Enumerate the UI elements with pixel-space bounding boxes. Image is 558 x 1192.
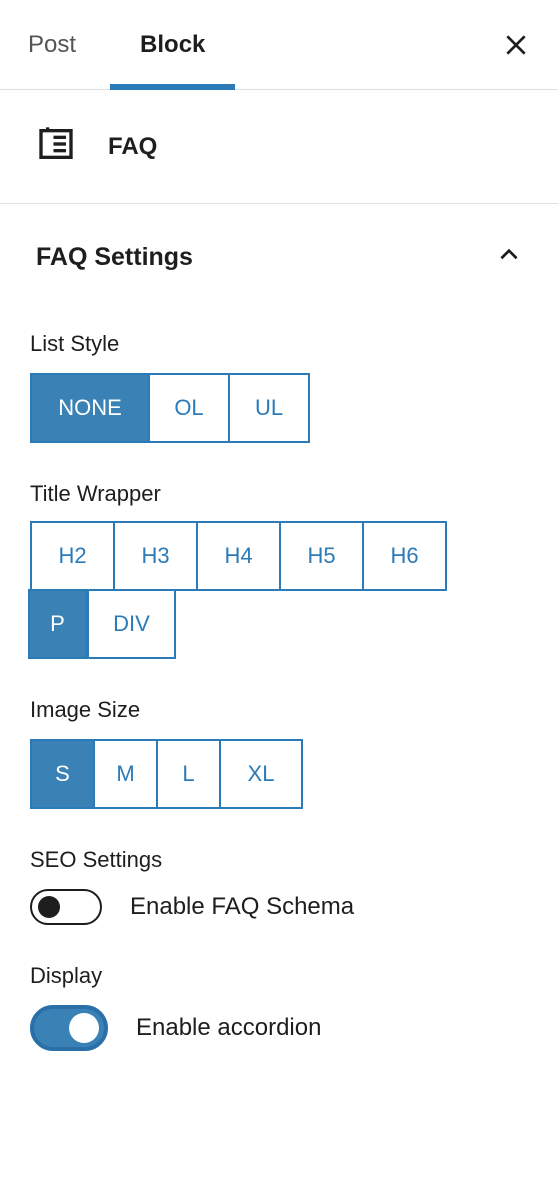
enable-faq-schema-label: Enable FAQ Schema — [130, 893, 354, 921]
title-wrapper-h6-button[interactable]: H6 — [362, 521, 447, 591]
title-wrapper-h5-button[interactable]: H5 — [279, 521, 364, 591]
image-size-field: Image Size S M L XL — [30, 697, 528, 809]
toggle-knob — [69, 1013, 99, 1043]
title-wrapper-h2-button[interactable]: H2 — [30, 521, 115, 591]
title-wrapper-field: Title Wrapper H2 H3 H4 H5 H6 P DIV — [30, 481, 528, 659]
title-wrapper-h4-button[interactable]: H4 — [196, 521, 281, 591]
tab-post[interactable]: Post — [28, 0, 76, 89]
display-field: Display Enable accordion — [30, 963, 528, 1051]
image-size-label: Image Size — [30, 697, 528, 723]
faq-block-icon — [36, 124, 76, 169]
display-label: Display — [30, 963, 528, 989]
list-style-field: List Style NONE OL UL — [30, 331, 528, 443]
title-wrapper-h3-button[interactable]: H3 — [113, 521, 198, 591]
faq-settings-toggle[interactable]: FAQ Settings — [0, 204, 558, 297]
image-size-s-button[interactable]: S — [30, 739, 95, 809]
block-name-label: FAQ — [108, 133, 157, 161]
title-wrapper-group: H2 H3 H4 H5 H6 P DIV — [30, 523, 498, 659]
close-panel-button[interactable] — [502, 31, 530, 59]
title-wrapper-label: Title Wrapper — [30, 481, 528, 507]
close-icon — [503, 32, 529, 58]
image-size-group: S M L XL — [30, 739, 528, 809]
enable-faq-schema-toggle[interactable] — [30, 889, 102, 925]
image-size-l-button[interactable]: L — [156, 739, 221, 809]
title-wrapper-div-button[interactable]: DIV — [87, 589, 176, 659]
list-style-ol-button[interactable]: OL — [148, 373, 230, 443]
block-identity-row: FAQ — [0, 90, 558, 204]
list-style-label: List Style — [30, 331, 528, 357]
toggle-knob — [38, 896, 60, 918]
enable-accordion-label: Enable accordion — [136, 1014, 321, 1042]
seo-settings-field: SEO Settings Enable FAQ Schema — [30, 847, 528, 925]
seo-settings-label: SEO Settings — [30, 847, 528, 873]
enable-accordion-toggle[interactable] — [30, 1005, 108, 1051]
sidebar-tabs: Post Block — [0, 0, 558, 90]
list-style-none-button[interactable]: NONE — [30, 373, 150, 443]
title-wrapper-p-button[interactable]: P — [28, 589, 87, 659]
list-style-ul-button[interactable]: UL — [228, 373, 310, 443]
image-size-m-button[interactable]: M — [93, 739, 158, 809]
section-title: FAQ Settings — [36, 243, 193, 272]
image-size-xl-button[interactable]: XL — [219, 739, 303, 809]
tab-block[interactable]: Block — [140, 0, 205, 89]
chevron-up-icon — [496, 242, 522, 273]
list-style-group: NONE OL UL — [30, 373, 528, 443]
